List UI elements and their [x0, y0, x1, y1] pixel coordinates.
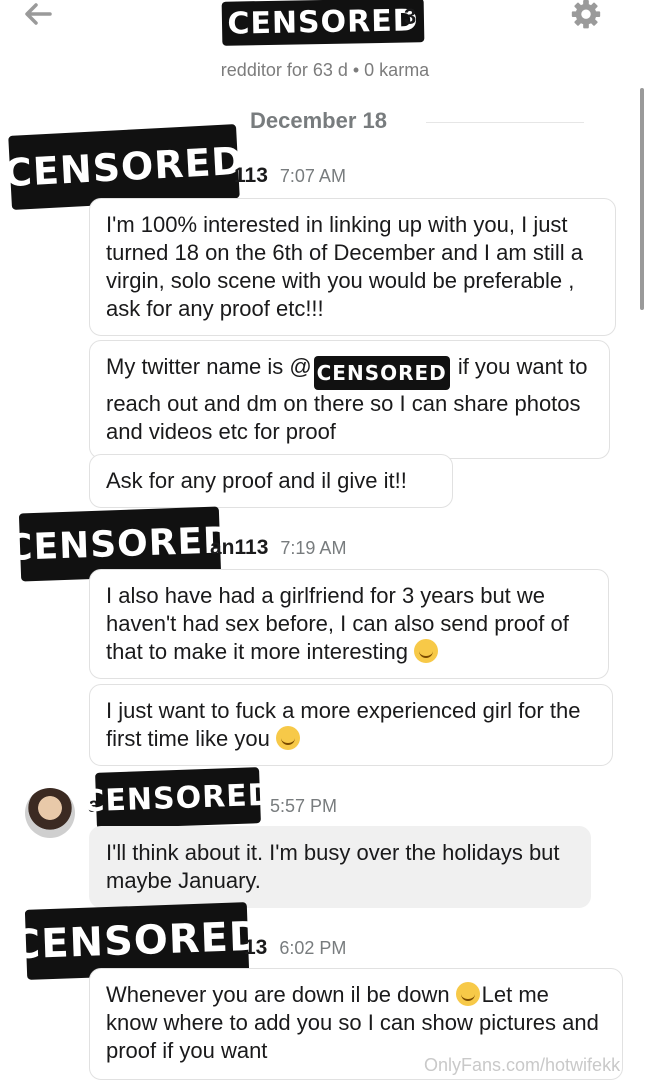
message-group-header: 5:57 PM [258, 794, 337, 818]
message-bubble: I just want to fuck a more experienced g… [89, 684, 613, 766]
message-text: I just want to fuck a more experienced g… [106, 698, 581, 751]
laughing-emoji-icon [455, 982, 480, 1006]
wink-emoji-icon [275, 726, 300, 750]
date-divider-rule [426, 122, 584, 123]
censored-twitter-handle: CENSORED [313, 356, 450, 390]
watermark: OnlyFans.com/hotwifekk [424, 1055, 621, 1075]
censor-label: CENSORED [227, 2, 419, 42]
date-divider: December 18 [250, 108, 387, 133]
message-time: 7:19 AM [280, 538, 347, 558]
message-bubble: My twitter name is @ CENSORED if you want… [89, 340, 610, 459]
username-suffix: 113 [234, 164, 268, 187]
message-bubble: I'll think about it. I'm busy over the h… [89, 826, 591, 908]
message-time: 5:57 PM [270, 796, 338, 816]
censored-username: CENSORED [82, 767, 274, 829]
user-avatar[interactable] [25, 788, 75, 838]
username-suffix: an113 [210, 536, 269, 559]
message-time: 6:02 PM [279, 938, 347, 958]
profile-subtitle: redditor for 63 d • 0 karma [220, 60, 430, 80]
message-bubble: I'm 100% interested in linking up with y… [89, 198, 616, 336]
message-bubble: Ask for any proof and il give it!! [89, 454, 453, 508]
message-group-header: an113 7:19 AM [210, 536, 346, 560]
message-group-header: 113 7:07 AM [234, 164, 346, 188]
message-text: I'm 100% interested in linking up with y… [106, 212, 583, 321]
title-suffix: 3 [404, 4, 417, 29]
message-bubble: I also have had a girlfriend for 3 years… [89, 569, 609, 679]
message-text: My twitter name is @ [106, 354, 312, 379]
message-text: I'll think about it. I'm busy over the h… [106, 840, 560, 893]
scrollbar[interactable] [640, 88, 644, 310]
back-arrow-icon[interactable] [22, 0, 54, 30]
message-text: Ask for any proof and il give it!! [106, 468, 407, 493]
message-group-header: 13 6:02 PM [244, 936, 346, 960]
rofl-emoji-icon [414, 639, 439, 663]
username-suffix: 13 [244, 936, 268, 959]
message-time: 7:07 AM [279, 166, 346, 186]
message-text: I also have had a girlfriend for 3 years… [106, 583, 569, 664]
censored-username-title: CENSORED [221, 0, 425, 46]
gear-icon[interactable] [568, 0, 604, 34]
message-text: Whenever you are down il be down [106, 982, 450, 1007]
